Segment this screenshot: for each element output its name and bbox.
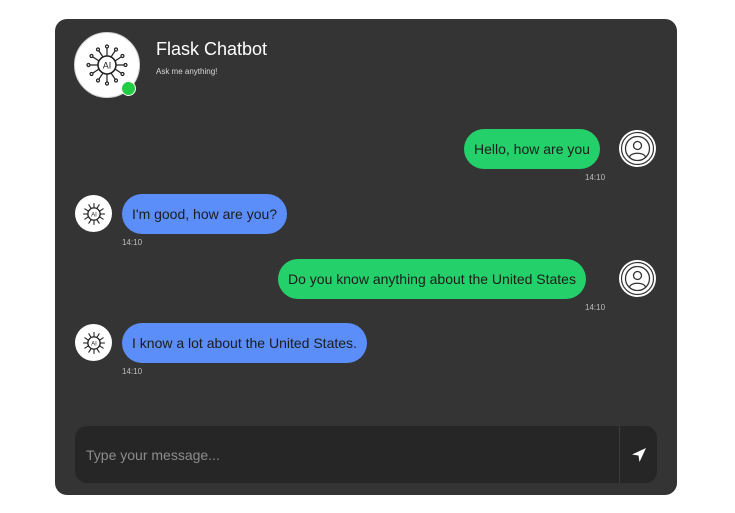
message-input[interactable]: [75, 426, 619, 483]
user-avatar: [619, 130, 656, 167]
bot-message-avatar: AI: [75, 195, 112, 232]
send-button[interactable]: [619, 426, 657, 483]
user-avatar-icon: [620, 261, 655, 296]
message-timestamp: 14:10: [122, 367, 143, 376]
bot-message-avatar: AI: [75, 324, 112, 361]
chat-subtitle: Ask me anything!: [156, 67, 218, 76]
user-message-bubble: Hello, how are you: [464, 129, 600, 169]
message-timestamp: 14:10: [122, 238, 143, 247]
svg-text:AI: AI: [103, 61, 112, 71]
send-arrow-icon: [631, 447, 646, 462]
online-status-indicator: [121, 81, 136, 96]
chat-title: Flask Chatbot: [156, 39, 268, 59]
bot-message-bubble: I know a lot about the United States.: [122, 323, 367, 363]
user-avatar: [619, 260, 656, 297]
svg-text:AI: AI: [91, 211, 97, 218]
user-avatar-icon: [620, 131, 655, 166]
message-timestamp: 14:10: [585, 303, 606, 312]
message-timestamp: 14:10: [585, 173, 606, 182]
svg-text:AI: AI: [91, 340, 97, 347]
bot-message-bubble: I'm good, how are you?: [122, 194, 288, 234]
ai-chip-icon: AI: [82, 331, 105, 354]
ai-chip-icon: AI: [82, 202, 105, 225]
message-composer: [75, 426, 657, 483]
chat-window: AI Flask Chatbot Ask me anything! Hello,…: [55, 19, 677, 495]
user-message-bubble: Do you know anything about the United St…: [278, 259, 586, 299]
chat-header: AI Flask Chatbot Ask me anything!: [55, 19, 677, 109]
